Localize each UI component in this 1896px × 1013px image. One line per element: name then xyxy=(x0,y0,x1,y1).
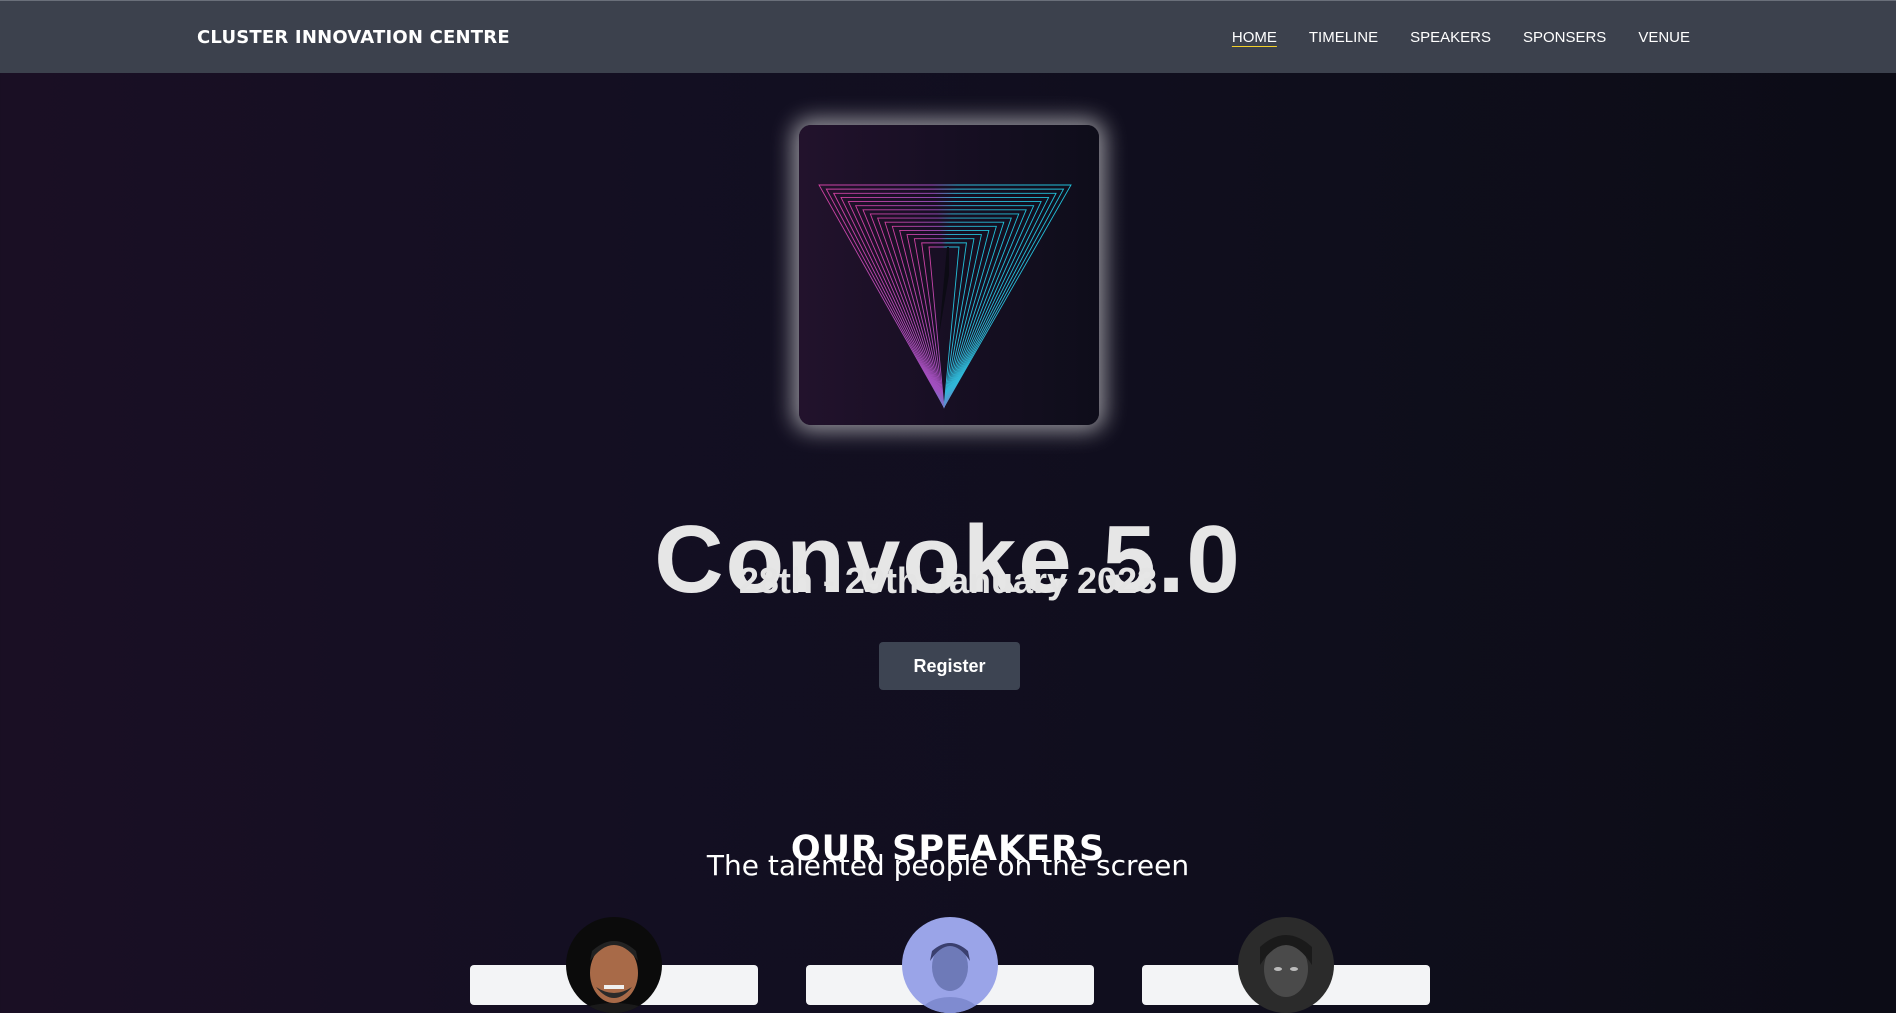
triangle-logo-graphic xyxy=(818,184,1072,409)
speaker-photo-1 xyxy=(566,917,662,1013)
speaker-photo-3 xyxy=(1238,917,1334,1013)
speaker-avatar[interactable] xyxy=(1238,917,1334,1013)
navbar: CLUSTER INNOVATION CENTRE HOME TIMELINE … xyxy=(0,0,1896,73)
speaker-avatar[interactable] xyxy=(902,917,998,1013)
nav-link-timeline[interactable]: TIMELINE xyxy=(1309,29,1378,48)
speaker-avatar[interactable] xyxy=(566,917,662,1013)
nav-link-sponsers[interactable]: SPONSERS xyxy=(1523,29,1606,48)
nav-links: HOME TIMELINE SPEAKERS SPONSERS VENUE xyxy=(1232,29,1690,48)
event-date: 28th - 29th January 2023 xyxy=(738,560,1158,601)
nav-link-venue[interactable]: VENUE xyxy=(1638,29,1690,48)
speakers-subtitle: The talented people on the screen xyxy=(706,849,1190,882)
nav-link-speakers[interactable]: SPEAKERS xyxy=(1410,29,1491,48)
nav-link-home[interactable]: HOME xyxy=(1232,29,1277,48)
register-button[interactable]: Register xyxy=(879,642,1020,690)
site-brand[interactable]: CLUSTER INNOVATION CENTRE xyxy=(197,27,510,48)
event-logo xyxy=(799,125,1099,425)
speaker-photo-2 xyxy=(902,917,998,1013)
